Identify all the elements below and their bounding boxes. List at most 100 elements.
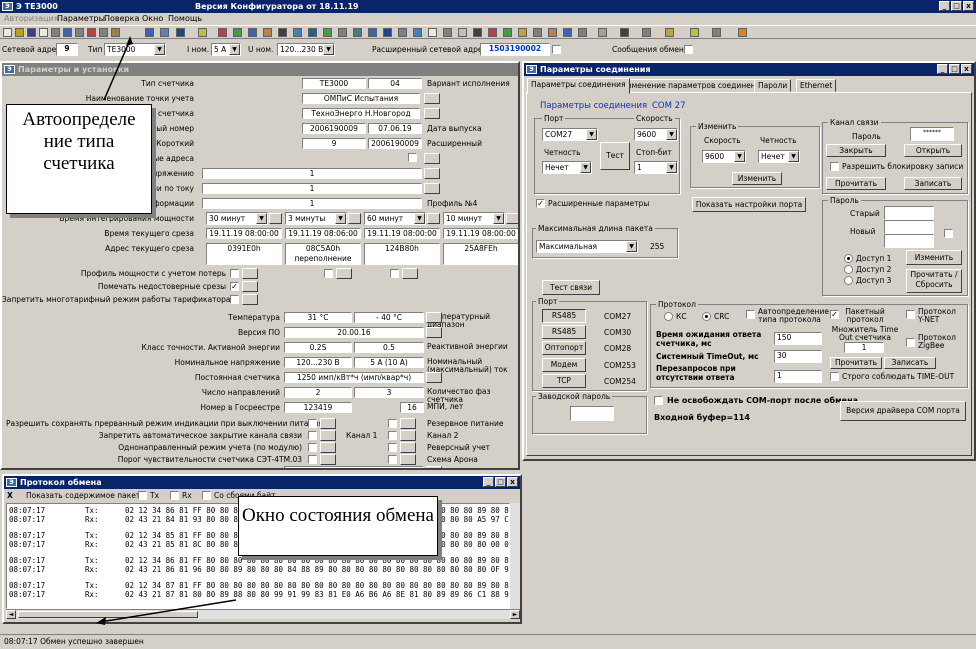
tool-icon[interactable]	[620, 28, 629, 37]
type-select[interactable]: ТЕ3000 ▼	[104, 43, 166, 56]
ext-params-checkbox[interactable]: ✓	[536, 199, 545, 208]
maximize-icon[interactable]: □	[949, 64, 960, 74]
show-pass-checkbox[interactable]	[944, 229, 953, 238]
tool-icon[interactable]	[248, 28, 257, 37]
tool-icon[interactable]	[518, 28, 527, 37]
param-checkbox[interactable]	[230, 269, 239, 278]
tool-icon[interactable]	[443, 28, 452, 37]
more-button[interactable]	[424, 93, 440, 104]
crc-radio[interactable]	[702, 312, 711, 321]
tab-change-connection[interactable]: Изменение параметров соединения	[618, 79, 770, 92]
new-pass-field-1[interactable]	[884, 220, 934, 234]
tool-icon[interactable]	[51, 28, 60, 37]
tab-passwords[interactable]: Пароли	[754, 79, 792, 92]
old-pass-field[interactable]	[884, 206, 934, 220]
slice-addr-field[interactable]: 124B80h	[364, 243, 440, 265]
speed-select[interactable]: 9600 ▼	[634, 128, 678, 141]
tcp-button[interactable]: TCP	[542, 374, 586, 388]
param-value[interactable]: 9	[302, 138, 366, 149]
minimize-icon[interactable]: _	[937, 64, 948, 74]
errors-checkbox[interactable]	[202, 491, 211, 500]
param-value-2[interactable]: 2006190009	[368, 138, 422, 149]
tool-icon[interactable]	[308, 28, 317, 37]
menu-window[interactable]: Окно	[142, 13, 163, 25]
fab-pass-field[interactable]	[570, 406, 614, 421]
tab-connection-params[interactable]: Параметры соединения	[527, 78, 630, 94]
tool-icon[interactable]	[87, 28, 96, 37]
menu-help[interactable]: Помощь	[168, 13, 202, 25]
more-button[interactable]	[320, 442, 336, 453]
more-button[interactable]	[427, 213, 440, 224]
packet-protocol-checkbox[interactable]: ✓	[830, 310, 839, 319]
avg-periods-field[interactable]: 50	[284, 466, 424, 468]
channel-pass-field[interactable]: ******	[910, 127, 954, 141]
new-pass-field-2[interactable]	[884, 234, 934, 248]
param-value[interactable]: ТЕ3000	[302, 78, 366, 89]
param-value-2[interactable]: 3	[354, 387, 424, 398]
tool-icon[interactable]	[598, 28, 607, 37]
auto-protocol-checkbox[interactable]	[746, 310, 755, 319]
tool-icon[interactable]	[198, 28, 207, 37]
tool-icon[interactable]	[473, 28, 482, 37]
close-icon[interactable]: x	[961, 64, 972, 74]
param-value[interactable]: 120...230 В	[284, 357, 352, 368]
maximize-icon[interactable]: □	[951, 1, 962, 11]
tool-icon[interactable]	[99, 28, 108, 37]
rx-checkbox[interactable]	[170, 491, 179, 500]
change-speed-select[interactable]: 9600 ▼	[702, 150, 746, 163]
more-button[interactable]	[348, 213, 361, 224]
profile-interval-select[interactable]: 10 минут ▼	[443, 212, 505, 225]
modem-button[interactable]: Модем	[542, 358, 586, 372]
rs485-2-button[interactable]: RS485	[542, 325, 586, 339]
wait-field[interactable]: 150	[774, 332, 822, 345]
more-button[interactable]	[400, 430, 416, 441]
tool-icon[interactable]	[218, 28, 227, 37]
inom-select[interactable]: 5 А ▼	[211, 43, 241, 56]
test-button[interactable]: Тест	[600, 142, 630, 170]
tool-icon[interactable]	[398, 28, 407, 37]
minimize-icon[interactable]: _	[939, 1, 950, 11]
rs485-1-button[interactable]: RS485	[542, 309, 586, 323]
tool-icon[interactable]	[738, 28, 747, 37]
channel-read-button[interactable]: Прочитать	[826, 177, 886, 190]
more-button[interactable]	[402, 268, 418, 279]
slice-time-field[interactable]: 19.11.19 08:00:00	[443, 228, 518, 239]
more-button[interactable]	[424, 108, 440, 119]
tool-icon[interactable]	[368, 28, 377, 37]
kc-radio[interactable]	[664, 312, 673, 321]
maxlen-select[interactable]: Максимальная ▼	[536, 240, 638, 253]
more-button[interactable]	[242, 294, 258, 305]
check-icon[interactable]	[323, 28, 332, 37]
more-button[interactable]	[269, 213, 282, 224]
pass-change-button[interactable]: Изменить	[906, 250, 962, 265]
driver-version-button[interactable]: Версия драйвера COM порта	[840, 401, 966, 421]
optoport-button[interactable]: Оптопорт	[542, 341, 586, 355]
slice-time-field[interactable]: 19.11.19 08:06:00	[285, 228, 361, 239]
more-button[interactable]	[426, 372, 442, 383]
close-icon[interactable]: x	[963, 1, 974, 11]
pass-read-reset-button[interactable]: Прочитать / Сбросить	[906, 269, 962, 293]
tool-icon[interactable]	[111, 28, 120, 37]
tool-icon[interactable]	[263, 28, 272, 37]
slice-addr-field[interactable]: 08C5A0h переполнение	[285, 243, 361, 265]
param-value-2[interactable]: 16	[400, 402, 424, 413]
param-value-2[interactable]: 07.06.19	[368, 123, 422, 134]
tool-icon[interactable]	[690, 28, 699, 37]
param-value[interactable]: 20.00.16	[284, 327, 424, 338]
param-value[interactable]: 0.2S	[284, 342, 352, 353]
slice-time-field[interactable]: 19.11.19 08:00:00	[206, 228, 282, 239]
slice-addr-field[interactable]: 0391E0h	[206, 243, 282, 265]
more-button[interactable]	[426, 312, 442, 323]
param-checkbox[interactable]	[324, 269, 333, 278]
param-checkbox[interactable]	[390, 269, 399, 278]
profile-interval-select[interactable]: 30 минут ▼	[206, 212, 268, 225]
parity-select[interactable]: Нечет ▼	[542, 161, 592, 174]
tool-icon[interactable]	[75, 28, 84, 37]
ynet-checkbox[interactable]	[906, 310, 915, 319]
tool-icon[interactable]	[278, 28, 287, 37]
tool-icon[interactable]	[383, 28, 392, 37]
param-value[interactable]: 2	[284, 387, 352, 398]
proto-read-button[interactable]: Прочитать	[830, 357, 882, 369]
allow-block-checkbox[interactable]	[830, 162, 839, 171]
slice-time-field[interactable]: 19.11.19 08:00:00	[364, 228, 440, 239]
